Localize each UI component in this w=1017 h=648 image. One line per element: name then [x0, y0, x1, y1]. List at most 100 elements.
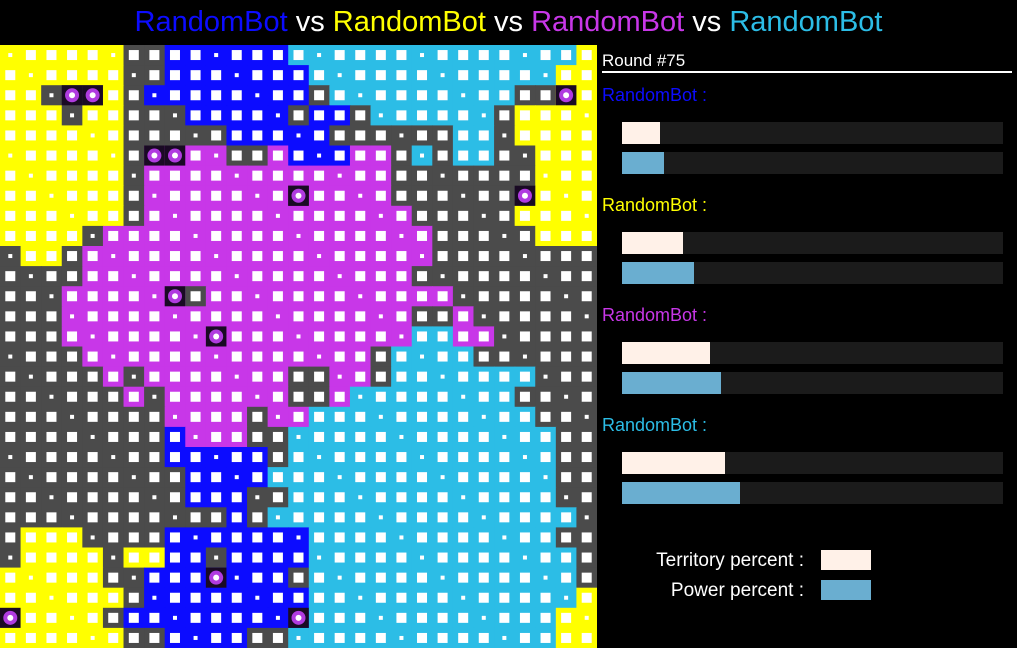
board-cell-purple [308, 185, 330, 207]
board-cell-cyan [494, 85, 516, 106]
board-cell-cyan [452, 105, 475, 126]
board-cell-cyan [473, 45, 495, 66]
board-cell-yellow [20, 567, 42, 589]
board-cell-cyan [494, 426, 516, 448]
board-cell-purple [329, 205, 351, 227]
board-cell-blue [247, 85, 269, 106]
board-cell-cyan [288, 467, 310, 488]
legend-power-label: Power percent : [670, 580, 804, 601]
board-cell-neutral [102, 447, 125, 468]
board-cell-purple [329, 346, 351, 368]
board-cell-purple [329, 185, 351, 207]
board-cell-purple [185, 386, 207, 408]
board-cell-yellow [576, 165, 597, 187]
board-cell-neutral [226, 145, 248, 167]
board-cell-blue [185, 587, 207, 609]
board-cell-neutral [41, 326, 63, 348]
board-cell-purple [267, 326, 289, 348]
board-cell-neutral [494, 105, 516, 126]
board-cell-purple [123, 386, 145, 408]
board-cell-purple [226, 246, 248, 267]
board-cell-neutral [391, 125, 413, 147]
board-cell-neutral [20, 507, 42, 528]
board-cell-neutral [20, 467, 42, 488]
board-cell-neutral [61, 426, 83, 448]
board-cell-cyan [308, 426, 330, 448]
board-cell-neutral [514, 225, 536, 247]
board-cell-purple [391, 286, 413, 307]
board-cell-cyan [370, 386, 392, 408]
board-cell-blue [164, 85, 186, 106]
board-cell-neutral [123, 406, 145, 428]
board-cell-neutral [494, 145, 516, 167]
board-cell-cyan [473, 527, 495, 549]
board-cell-neutral [82, 386, 104, 408]
board-cell-purple [267, 386, 289, 408]
board-cell-cyan [391, 65, 413, 86]
board-cell-neutral [514, 85, 536, 106]
board-cell-neutral [61, 386, 83, 408]
board-cell-cyan [308, 65, 330, 86]
board-cell-yellow [41, 587, 63, 609]
board-cell-purple [329, 165, 351, 187]
board-cell-cyan [535, 467, 557, 488]
board-cell-neutral [349, 125, 372, 147]
board-cell-neutral [82, 225, 104, 247]
board-cell-cyan [535, 547, 557, 569]
board-cell-purple [267, 306, 289, 327]
board-cell-neutral [473, 225, 495, 247]
board-cell-cyan [391, 507, 413, 528]
board-cell-neutral [41, 507, 63, 528]
board-cell-neutral [41, 85, 63, 106]
base-icon [164, 145, 186, 166]
board-cell-neutral [576, 567, 597, 589]
board-cell-cyan [535, 587, 557, 609]
title-vs-1: vs [295, 6, 325, 38]
board-cell-yellow [576, 145, 597, 167]
board-cell-yellow [20, 607, 42, 629]
board-cell-neutral [432, 145, 454, 167]
board-cell-cyan [329, 487, 351, 508]
board-cell-neutral [267, 627, 289, 648]
board-cell-blue [226, 567, 248, 589]
board-cell-neutral [473, 165, 495, 187]
board-cell-neutral [452, 185, 475, 207]
board-cell-cyan [370, 105, 392, 126]
board-cell-yellow [41, 205, 63, 227]
board-cell-yellow [61, 65, 83, 86]
board-cell-neutral [144, 45, 166, 66]
board-cell-cyan [411, 346, 433, 368]
board-cell-purple [123, 306, 145, 327]
board-cell-cyan [370, 85, 392, 106]
board-cell-neutral [288, 105, 310, 126]
board-cell-cyan [329, 587, 351, 609]
board-cell-yellow [61, 527, 83, 549]
board-cell-purple [267, 185, 289, 207]
board-cell-neutral [308, 366, 330, 388]
board-cell-purple [267, 346, 289, 368]
board-cell-purple [391, 266, 413, 287]
board-cell-cyan [514, 607, 536, 629]
round-divider [602, 71, 1012, 73]
board-cell-neutral [20, 306, 42, 327]
board-cell-purple [144, 326, 166, 348]
board-cell-cyan [370, 65, 392, 86]
board-cell-yellow [0, 567, 22, 589]
board-cell-yellow [61, 607, 83, 629]
board-cell-cyan [370, 567, 392, 589]
board-cell-cyan [494, 65, 516, 86]
board-cell-neutral [20, 406, 42, 428]
board-cell-blue [164, 567, 186, 589]
board-cell-blue [164, 426, 186, 448]
board-cell-cyan [267, 507, 289, 528]
board-cell-neutral [123, 65, 145, 86]
player-name: RandomBot : [602, 305, 708, 325]
board-cell-cyan [432, 386, 454, 408]
board-cell-neutral [555, 366, 578, 388]
board-cell-cyan [370, 627, 392, 648]
board-cell-purple [267, 266, 289, 287]
board-cell-blue [267, 125, 289, 147]
board-cell-neutral [432, 125, 454, 147]
board-cell-yellow [61, 185, 83, 207]
board-cell-cyan [411, 507, 433, 528]
